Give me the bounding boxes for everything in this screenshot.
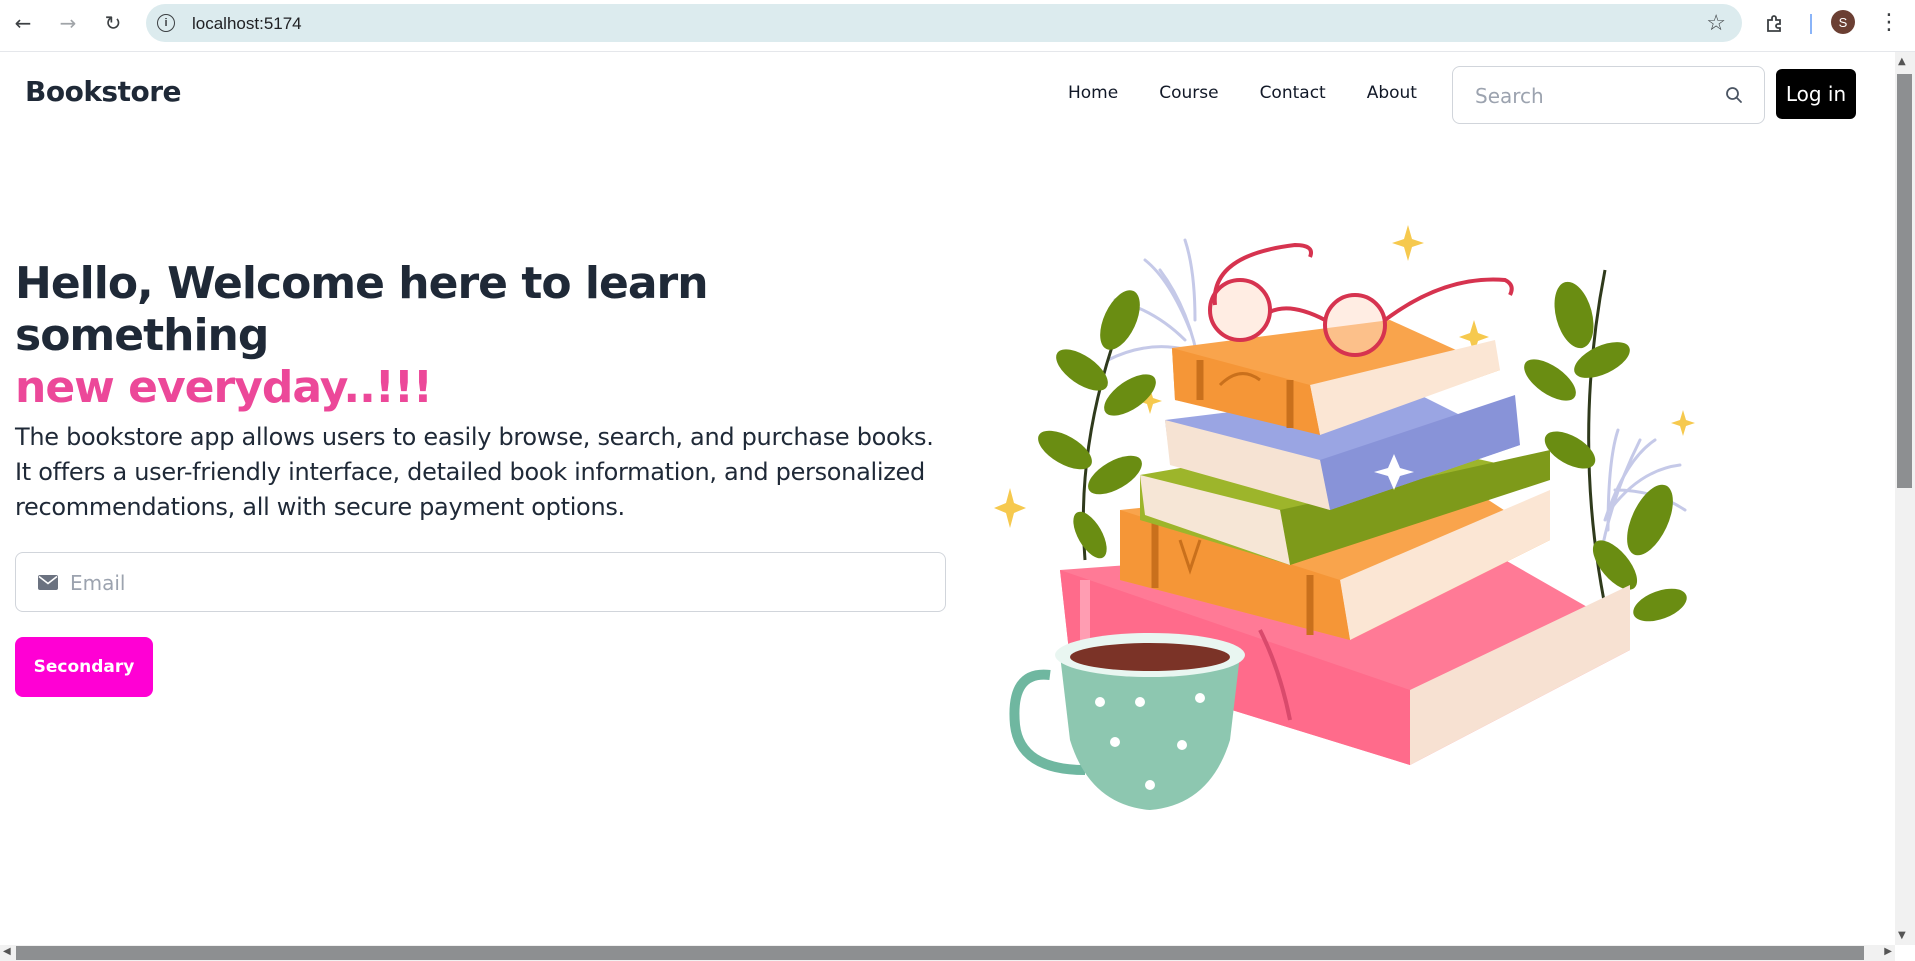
avatar[interactable]: S — [1831, 10, 1855, 34]
search-input[interactable] — [1473, 81, 1703, 111]
nav-item-course[interactable]: Course — [1159, 83, 1218, 103]
reload-icon[interactable]: ↻ — [99, 9, 127, 37]
scroll-down-icon[interactable]: ▼ — [1898, 930, 1906, 941]
email-input[interactable] — [68, 567, 928, 599]
books-illustration — [994, 225, 1695, 810]
nav-item-about[interactable]: About — [1367, 83, 1417, 103]
address-bar[interactable]: i localhost:5174 ☆ — [146, 4, 1742, 42]
mug-icon — [1009, 633, 1245, 810]
search-icon[interactable] — [1724, 85, 1744, 105]
nav-item-contact[interactable]: Contact — [1260, 83, 1326, 103]
site-logo[interactable]: Bookstore — [25, 75, 182, 108]
login-button[interactable]: Log in — [1776, 69, 1856, 119]
scroll-up-icon[interactable]: ▲ — [1898, 56, 1906, 67]
main-nav: Home Course Contact About — [1068, 83, 1417, 103]
browser-toolbar: ← → ↻ i localhost:5174 ☆ S ⋮ — [0, 0, 1915, 52]
scroll-thumb[interactable] — [1897, 74, 1912, 488]
horizontal-scrollbar[interactable]: ◀ ▶ — [0, 945, 1895, 961]
hero-title-line1: Hello, Welcome here to learn something — [15, 258, 709, 361]
scroll-thumb[interactable] — [16, 946, 1864, 960]
secondary-button[interactable]: Secondary — [15, 637, 153, 697]
menu-icon[interactable]: ⋮ — [1875, 9, 1903, 37]
leaf-icon — [1524, 269, 1687, 631]
profile-divider — [1810, 14, 1812, 34]
search-box — [1452, 66, 1765, 124]
forward-icon[interactable]: → — [54, 9, 82, 37]
back-icon[interactable]: ← — [9, 9, 37, 37]
url-text[interactable]: localhost:5174 — [192, 14, 302, 34]
mail-icon — [38, 575, 58, 590]
hero-title: Hello, Welcome here to learn something n… — [15, 258, 965, 414]
scroll-left-icon[interactable]: ◀ — [3, 946, 11, 957]
hero-title-accent: new everyday..!!! — [15, 362, 433, 413]
info-icon[interactable]: i — [157, 14, 175, 32]
nav-item-home[interactable]: Home — [1068, 83, 1118, 103]
email-field — [15, 552, 946, 612]
scroll-right-icon[interactable]: ▶ — [1884, 946, 1892, 957]
vertical-scrollbar[interactable]: ▲ ▼ — [1895, 52, 1915, 945]
extensions-icon[interactable] — [1761, 9, 1789, 37]
star-icon[interactable]: ☆ — [1706, 10, 1726, 36]
hero-description: The bookstore app allows users to easily… — [15, 423, 934, 521]
